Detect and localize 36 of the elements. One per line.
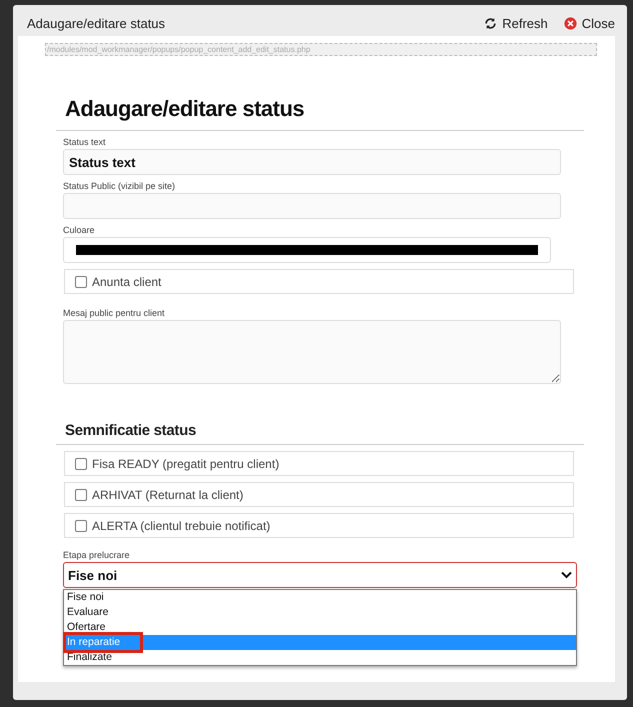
checkbox-row[interactable]: ALERTA (clientul trebuie notificat) (64, 513, 574, 538)
text-field[interactable]: Status text (63, 149, 561, 175)
dropdown-option[interactable]: Fise noi (64, 590, 576, 605)
message-field[interactable] (63, 320, 561, 384)
refresh-icon (484, 16, 498, 30)
close-button[interactable]: Close (564, 10, 615, 30)
checkbox[interactable] (75, 276, 87, 288)
dropdown-option[interactable]: Finalizate (64, 650, 576, 665)
checkbox-row[interactable]: ARHIVAT (Returnat la client) (64, 482, 574, 507)
checkbox-label: ALERTA (clientul trebuie notificat) (92, 518, 270, 532)
checkbox-row[interactable]: Fisa READY (pregatit pentru client) (64, 451, 574, 476)
field-label: Culoare (63, 225, 96, 235)
field-label: Etapa prelucrare (63, 550, 131, 560)
checkbox-label: Anunta client (92, 274, 162, 288)
checkbox[interactable] (75, 520, 87, 532)
field-label: Status text (63, 137, 107, 147)
stage-select[interactable]: Fise noi (63, 562, 577, 588)
field-label: Mesaj public pentru client (63, 308, 166, 318)
chevron-down-icon (561, 571, 572, 579)
refresh-button[interactable]: Refresh (484, 10, 548, 30)
dropdown-option[interactable]: Evaluare (64, 605, 576, 620)
checkbox[interactable] (75, 488, 87, 500)
section-heading: Semnificatie status (65, 422, 198, 439)
checkbox[interactable] (75, 458, 87, 470)
field-label: Status Public (vizibil pe site) (63, 181, 176, 191)
file-path: /modules/mod_workmanager/popups/popup_content_add_edit_status.php (45, 43, 597, 56)
form-heading: Adaugare/editare status (65, 96, 306, 122)
color-field[interactable] (63, 237, 551, 263)
dropdown-option[interactable]: Ofertare (64, 620, 576, 635)
close-icon (564, 16, 577, 30)
checkbox-label: ARHIVAT (Returnat la client) (92, 488, 244, 502)
text-field[interactable] (63, 193, 561, 219)
select-value: Fise noi (68, 568, 118, 582)
window-title: Adaugare/editare status (27, 14, 166, 30)
checkbox-label: Fisa READY (pregatit pentru client) (92, 456, 280, 470)
checkbox-row[interactable]: Anunta client (64, 269, 574, 294)
